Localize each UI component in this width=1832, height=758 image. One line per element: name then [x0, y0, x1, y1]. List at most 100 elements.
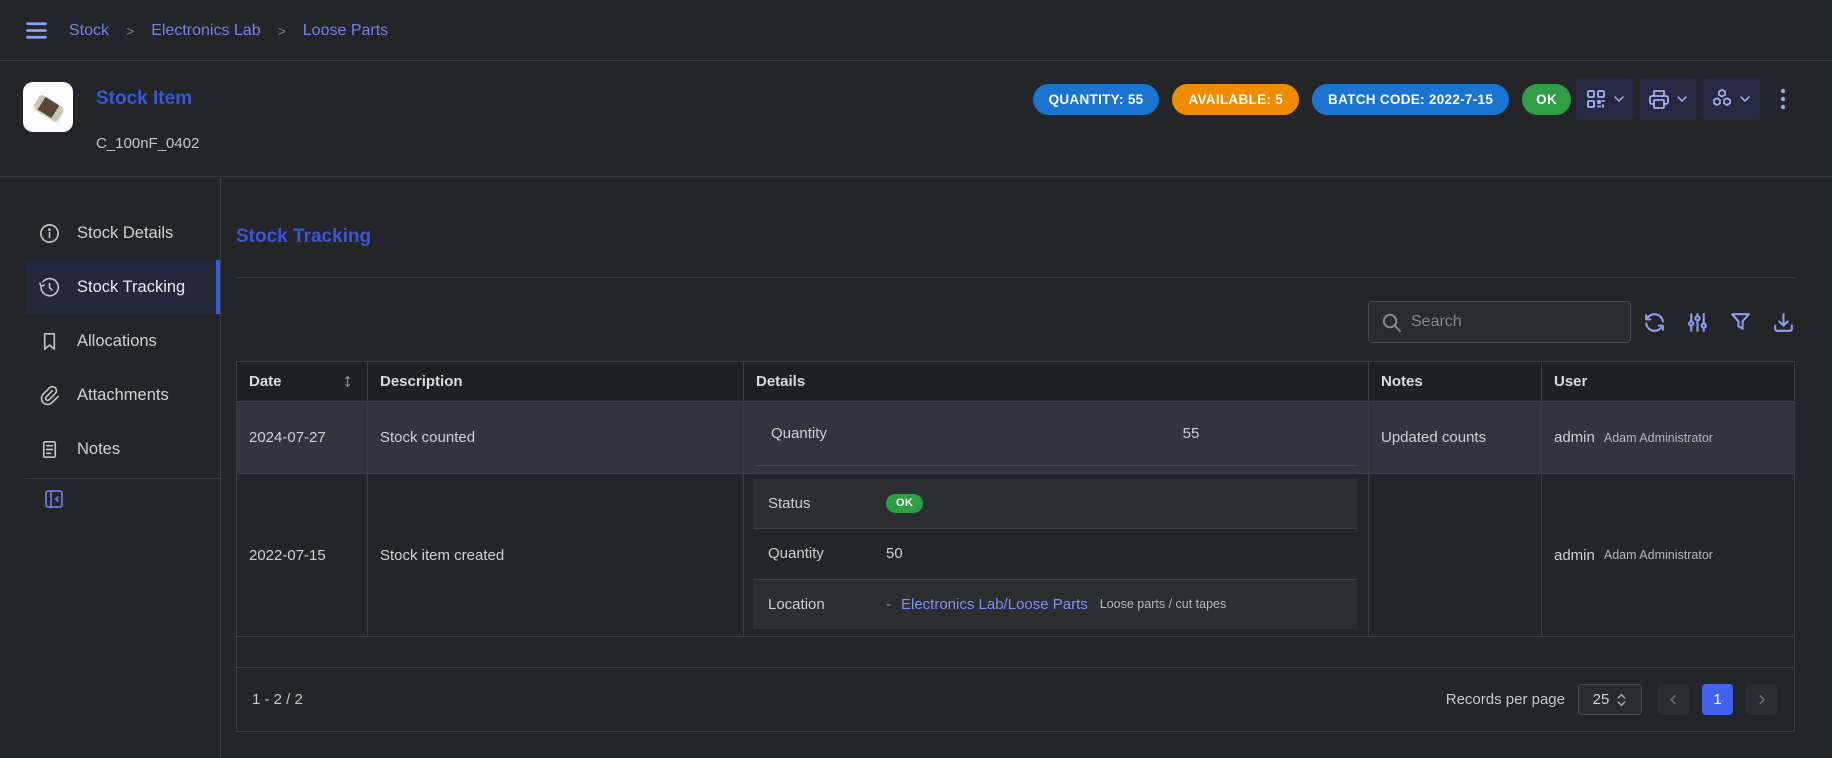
pagination-previous-button[interactable] — [1658, 684, 1689, 715]
printer-icon — [1647, 87, 1671, 111]
cell-description: Stock item created — [368, 474, 744, 636]
sort-icon — [340, 374, 355, 389]
sidebar-nav: Stock Details Stock Tracking Allocations… — [0, 206, 220, 476]
pagination-next-button[interactable] — [1746, 684, 1777, 715]
detail-table: Status OK Quantity 50 Location - Electro… — [753, 479, 1357, 629]
sidebar-collapse-button[interactable] — [42, 487, 66, 511]
record-range: 1 - 2 / 2 — [252, 691, 303, 708]
table-toolbar — [1642, 310, 1796, 335]
records-per-page-label: Records per page — [1446, 691, 1565, 708]
sidebar-item-stock-details[interactable]: Stock Details — [25, 206, 220, 260]
breadcrumb: Stock > Electronics Lab > Loose Parts — [69, 0, 388, 61]
username: admin — [1554, 429, 1595, 446]
paperclip-icon — [38, 384, 61, 407]
sidebar-item-label: Stock Tracking — [77, 278, 185, 297]
available-badge: AVAILABLE: 5 — [1172, 84, 1299, 115]
header-actions: QUANTITY: 55 AVAILABLE: 5 BATCH CODE: 20… — [1033, 78, 1792, 120]
records-per-page-select[interactable]: 25 — [1578, 684, 1642, 715]
print-actions-button[interactable] — [1639, 78, 1697, 120]
page-title: Stock Item — [96, 88, 192, 110]
chevron-down-icon — [1611, 91, 1627, 107]
barcode-actions-button[interactable] — [1576, 78, 1634, 120]
panel-collapse-icon — [42, 487, 66, 511]
status-ok-badge: OK — [1522, 84, 1571, 115]
cell-description: Stock counted — [368, 402, 744, 473]
stock-tracking-table: Date Description Details Notes User 2024… — [236, 361, 1795, 732]
select-chevrons-icon — [1616, 692, 1627, 708]
stock-actions-button[interactable] — [1702, 78, 1760, 120]
detail-value: 55 — [1156, 425, 1226, 442]
chevron-down-icon — [1737, 91, 1753, 107]
sidebar-item-stock-tracking[interactable]: Stock Tracking — [25, 260, 220, 314]
top-navigation-bar: Stock > Electronics Lab > Loose Parts — [0, 0, 1832, 61]
column-header-notes: Notes — [1369, 362, 1542, 401]
capacitor-image — [33, 93, 64, 120]
download-icon[interactable] — [1771, 310, 1796, 335]
table-footer: 1 - 2 / 2 Records per page 25 1 — [237, 667, 1794, 731]
sidebar-item-label: Notes — [77, 440, 120, 459]
breadcrumb-link-stock[interactable]: Stock — [69, 22, 109, 40]
pagination-page-1-button[interactable]: 1 — [1702, 684, 1733, 715]
info-circle-icon — [38, 222, 61, 245]
search-input[interactable] — [1369, 302, 1630, 342]
sidebar-item-label: Allocations — [77, 332, 157, 351]
sidebar-item-label: Stock Details — [77, 224, 173, 243]
panel-heading: Stock Tracking — [236, 226, 371, 248]
detail-row-quantity: Quantity 50 — [753, 529, 1357, 579]
table-empty-space — [237, 637, 1794, 667]
sidebar-item-label: Attachments — [77, 386, 169, 405]
stock-item-thumbnail[interactable] — [23, 82, 73, 132]
chevron-left-icon — [1666, 692, 1681, 707]
adjustments-icon[interactable] — [1685, 310, 1710, 335]
breadcrumb-link-electronics-lab[interactable]: Electronics Lab — [151, 22, 260, 40]
breadcrumb-separator: > — [278, 23, 286, 39]
quantity-badge: QUANTITY: 55 — [1033, 84, 1160, 115]
batch-code-badge: BATCH CODE: 2022-7-15 — [1312, 84, 1509, 115]
cell-user: admin Adam Administrator — [1542, 402, 1794, 473]
filter-icon[interactable] — [1728, 310, 1753, 335]
column-header-user: User — [1542, 362, 1794, 401]
table-row: 2024-07-27 Stock counted Quantity 55 Upd… — [237, 402, 1794, 474]
sidebar-item-notes[interactable]: Notes — [25, 422, 220, 476]
notes-icon — [38, 438, 61, 461]
table-row: 2022-07-15 Stock item created Status OK … — [237, 474, 1794, 637]
detail-value: 50 — [886, 545, 903, 562]
stock-boxes-icon — [1710, 87, 1734, 111]
cell-notes — [1369, 474, 1542, 636]
sidebar-footer-divider — [25, 478, 220, 479]
overflow-menu-button[interactable] — [1774, 86, 1792, 112]
column-header-date[interactable]: Date — [237, 362, 368, 401]
cell-date: 2022-07-15 — [237, 474, 368, 636]
column-header-details: Details — [744, 362, 1369, 401]
sidebar-item-attachments[interactable]: Attachments — [25, 368, 220, 422]
detail-row-status: Status OK — [753, 479, 1357, 529]
location-link[interactable]: Electronics Lab/Loose Parts — [901, 596, 1088, 613]
location-description: Loose parts / cut tapes — [1100, 597, 1226, 611]
user-fullname: Adam Administrator — [1604, 548, 1713, 562]
status-ok-chip: OK — [886, 494, 923, 513]
table-header-row: Date Description Details Notes User — [237, 362, 1794, 402]
cell-details: Status OK Quantity 50 Location - Electro… — [744, 474, 1369, 636]
hamburger-menu-icon[interactable] — [23, 17, 50, 44]
refresh-icon[interactable] — [1642, 310, 1667, 335]
qr-code-icon — [1584, 87, 1608, 111]
stock-item-name: C_100nF_0402 — [96, 135, 199, 152]
detail-row-location: Location - Electronics Lab/Loose Parts L… — [753, 580, 1357, 629]
breadcrumb-separator: > — [126, 23, 134, 39]
column-header-description: Description — [368, 362, 744, 401]
breadcrumb-link-loose-parts[interactable]: Loose Parts — [303, 22, 388, 40]
chevron-down-icon — [1674, 91, 1690, 107]
cell-notes: Updated counts — [1369, 402, 1542, 473]
sidebar-divider — [220, 178, 221, 758]
cell-user: admin Adam Administrator — [1542, 474, 1794, 636]
heading-divider — [236, 277, 1795, 278]
dots-vertical-icon — [1774, 86, 1792, 112]
username: admin — [1554, 547, 1595, 564]
chevron-right-icon — [1754, 692, 1769, 707]
bookmark-icon — [38, 330, 61, 353]
sidebar-item-allocations[interactable]: Allocations — [25, 314, 220, 368]
page-header: Stock Item C_100nF_0402 QUANTITY: 55 AVA… — [0, 61, 1832, 177]
user-fullname: Adam Administrator — [1604, 431, 1713, 445]
cell-date: 2024-07-27 — [237, 402, 368, 473]
table-search — [1368, 301, 1631, 343]
